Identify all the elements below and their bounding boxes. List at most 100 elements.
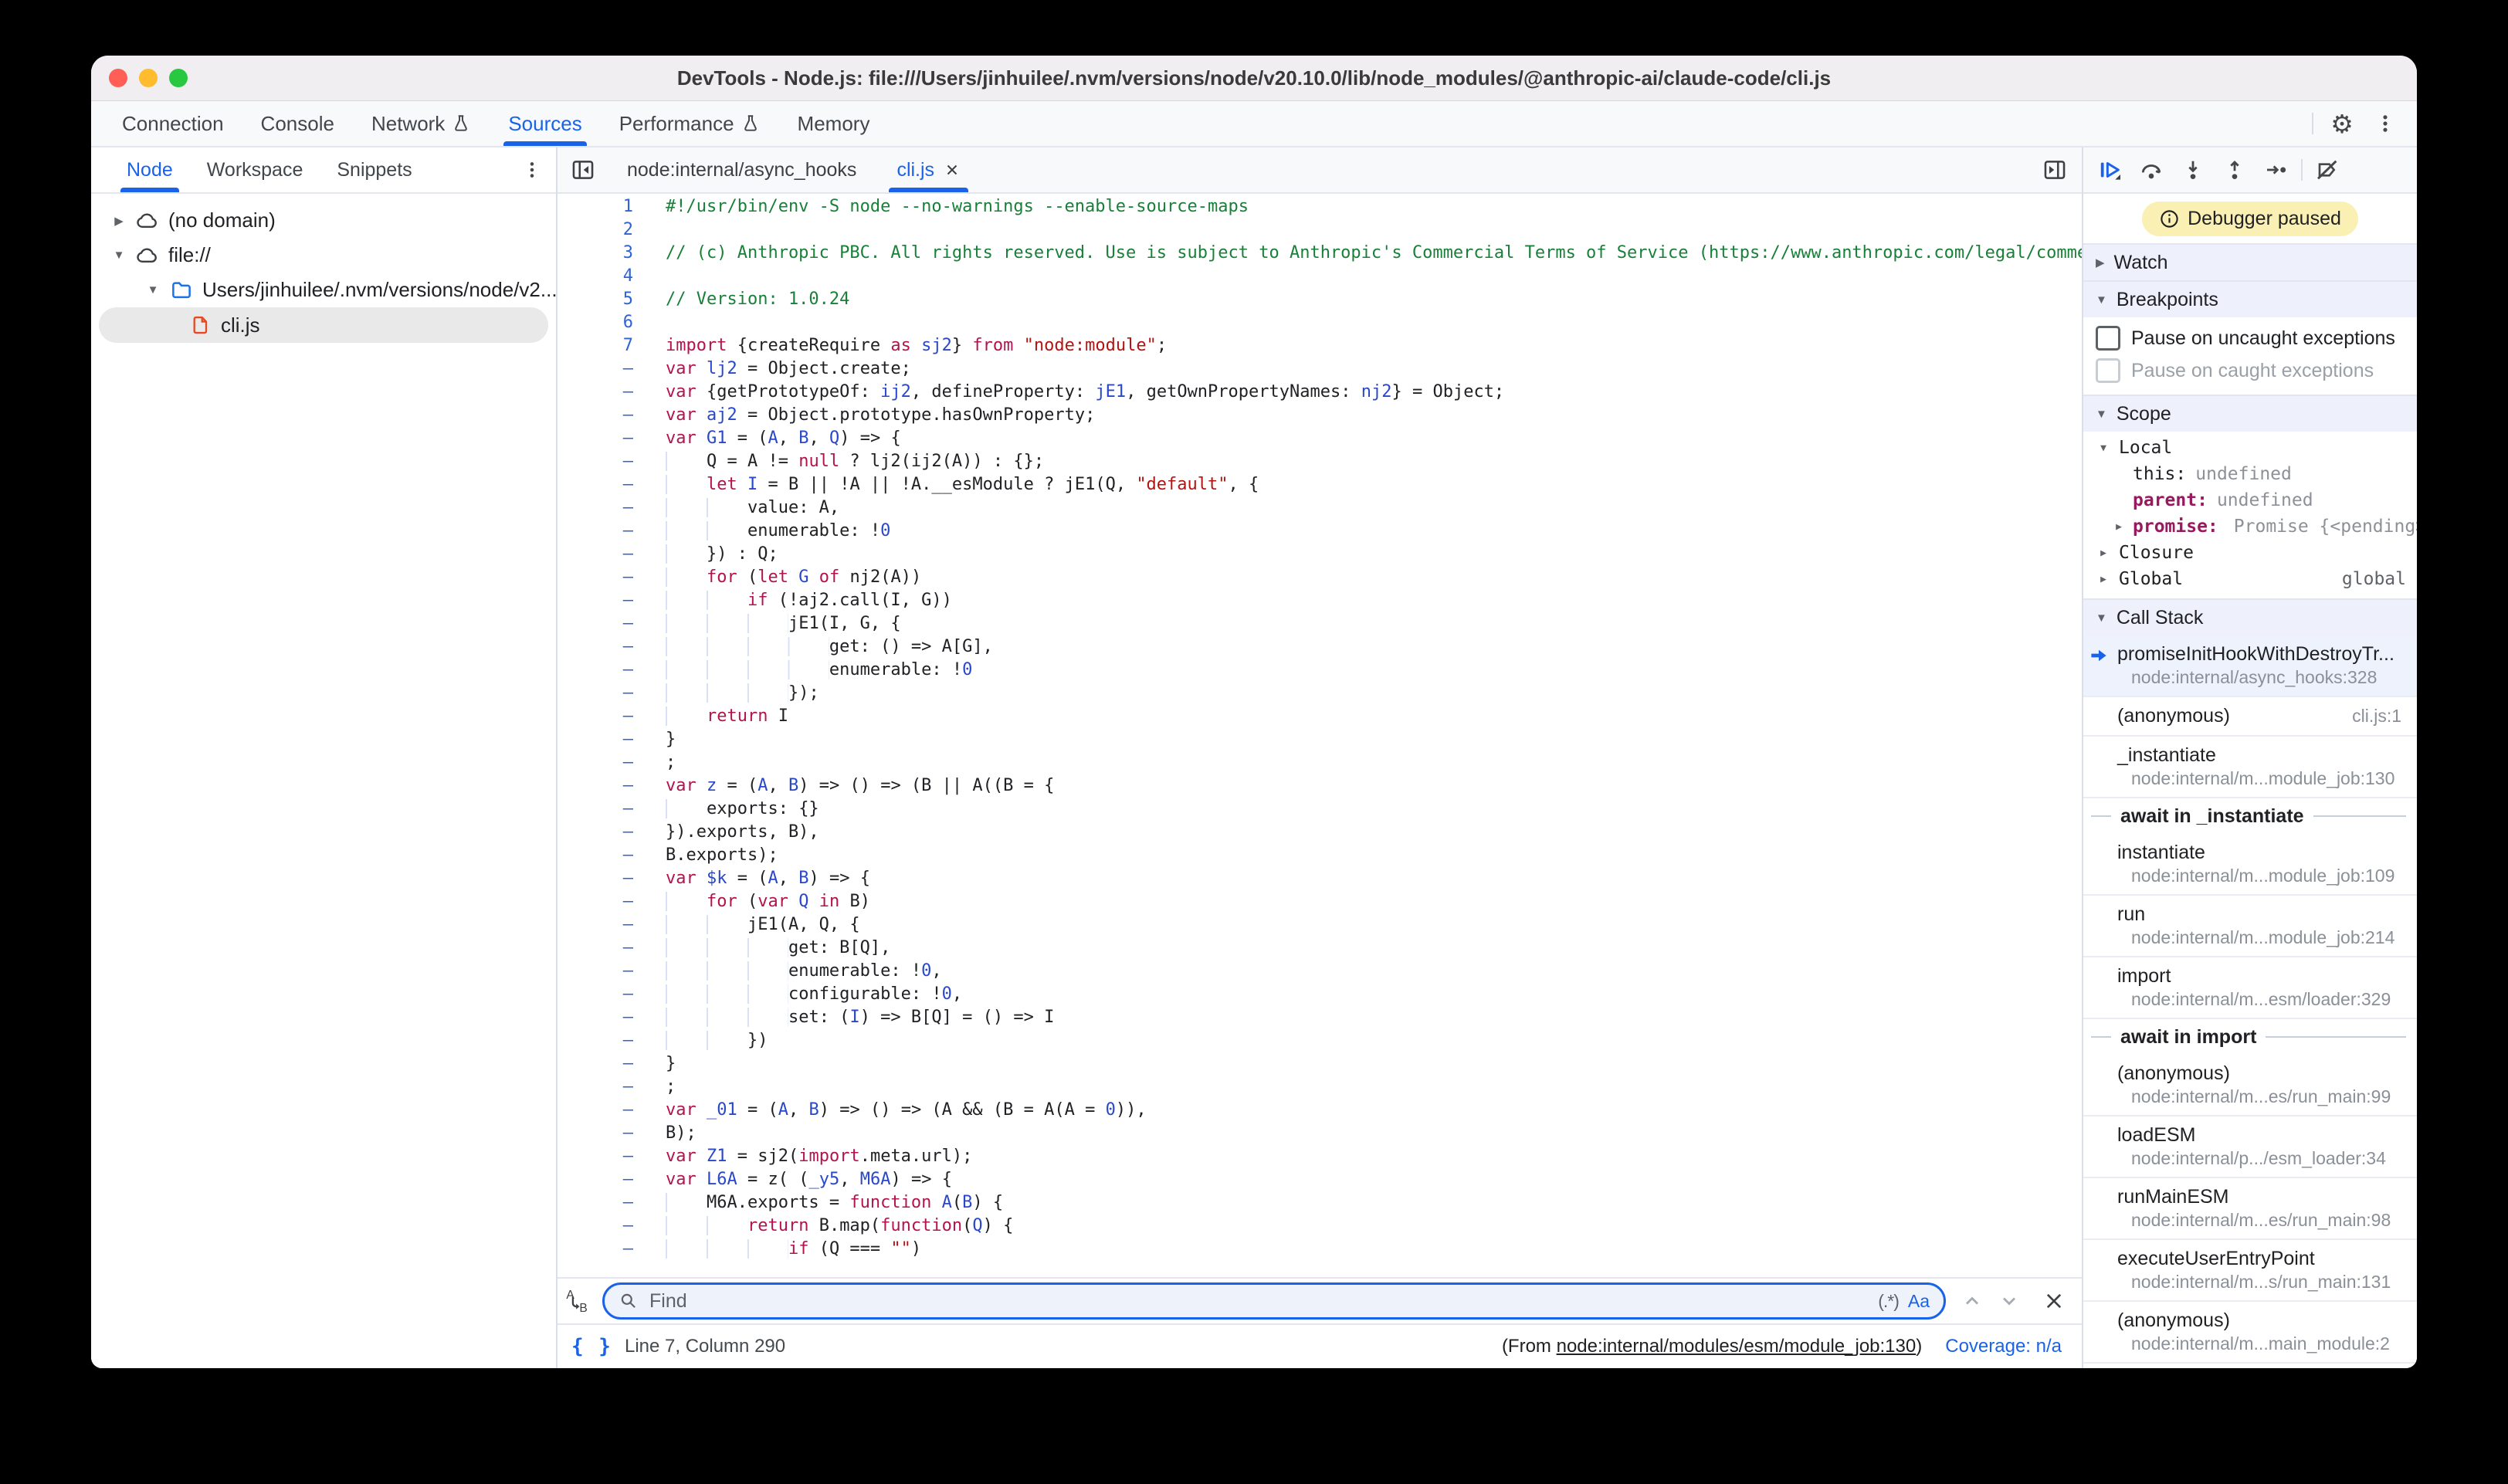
wrap-lines-icon[interactable]: AB (565, 1288, 591, 1314)
chevron-down-icon[interactable]: ▼ (145, 283, 161, 296)
call-stack-frame[interactable]: (anonymous)cli.js:1 (2083, 697, 2417, 737)
gutter-marker[interactable]: – (558, 844, 633, 867)
gutter-marker[interactable]: – (558, 682, 633, 705)
scope-section-header[interactable]: ▼ Scope (2083, 395, 2417, 432)
gutter-marker[interactable]: 4 (558, 265, 633, 288)
find-input-pill[interactable]: (.*) Aa (602, 1282, 1946, 1320)
gutter-marker[interactable]: – (558, 1122, 633, 1145)
gutter-marker[interactable]: – (558, 381, 633, 404)
chevron-right-icon[interactable]: ▶ (2111, 521, 2127, 533)
pause-on-uncaught-row[interactable]: Pause on uncaught exceptions (2083, 322, 2417, 354)
gutter-marker[interactable]: – (558, 728, 633, 751)
pause-on-caught-row[interactable]: Pause on caught exceptions (2083, 354, 2417, 387)
gutter-marker[interactable]: 5 (558, 288, 633, 311)
gutter-marker[interactable]: – (558, 659, 633, 682)
scope-global-row[interactable]: ▶ Global global (2083, 566, 2417, 592)
toggle-navigator-icon[interactable] (558, 147, 607, 192)
gutter-marker[interactable]: 3 (558, 242, 633, 265)
gutter-marker[interactable]: – (558, 1099, 633, 1122)
gutter-marker[interactable]: – (558, 983, 633, 1006)
gutter-marker[interactable]: – (558, 496, 633, 520)
find-next-icon[interactable] (1998, 1290, 2020, 1312)
gutter-marker[interactable]: – (558, 589, 633, 612)
gutter-marker[interactable]: – (558, 473, 633, 496)
call-stack-frame[interactable]: promiseInitHookWithDestroyTr...node:inte… (2083, 635, 2417, 697)
code-area[interactable]: 1#!/usr/bin/env -S node --no-warnings --… (558, 194, 2082, 1277)
navigator-tab-workspace[interactable]: Workspace (190, 147, 320, 192)
chevron-down-icon[interactable]: ▼ (2096, 442, 2111, 454)
find-input[interactable] (648, 1289, 1869, 1313)
tab-sources[interactable]: Sources (490, 101, 600, 146)
watch-section-header[interactable]: ▶ Watch (2083, 243, 2417, 280)
coverage-link[interactable]: Coverage: n/a (1945, 1336, 2062, 1357)
call-stack-section-header[interactable]: ▼ Call Stack (2083, 598, 2417, 635)
source-origin-link[interactable]: node:internal/modules/esm/module_job:130 (1557, 1336, 1917, 1357)
scope-parent-row[interactable]: parent: undefined (2083, 487, 2417, 513)
scope-promise-row[interactable]: ▶ promise: Promise {<pending>} (2083, 513, 2417, 540)
checkbox-unchecked[interactable] (2096, 326, 2120, 351)
breakpoints-section-header[interactable]: ▼ Breakpoints (2083, 280, 2417, 317)
gutter-marker[interactable]: – (558, 821, 633, 844)
step-out-button[interactable] (2218, 153, 2252, 187)
gutter-marker[interactable]: 1 (558, 195, 633, 219)
chevron-down-icon[interactable]: ▼ (111, 249, 127, 262)
gutter-marker[interactable]: – (558, 774, 633, 798)
navigator-tab-node[interactable]: Node (110, 147, 190, 192)
tab-performance[interactable]: Performance (601, 101, 779, 146)
scope-closure-row[interactable]: ▶ Closure (2083, 540, 2417, 566)
gutter-marker[interactable]: – (558, 1215, 633, 1238)
find-previous-icon[interactable] (1961, 1290, 1983, 1312)
editor-tab-async-hooks[interactable]: node:internal/async_hooks (607, 147, 876, 192)
tree-item-file-scheme[interactable]: ▼ file:// (91, 238, 556, 273)
gutter-marker[interactable]: 7 (558, 334, 633, 357)
navigator-tab-snippets[interactable]: Snippets (320, 147, 429, 192)
gutter-marker[interactable]: – (558, 1006, 633, 1029)
gutter-marker[interactable]: – (558, 1191, 633, 1215)
gutter-marker[interactable]: – (558, 1052, 633, 1076)
scope-this-row[interactable]: this: undefined (2083, 461, 2417, 487)
call-stack-frame[interactable]: runnode:internal/m...module_job:214 (2083, 896, 2417, 957)
gutter-marker[interactable]: – (558, 404, 633, 427)
gutter-marker[interactable]: – (558, 937, 633, 960)
scope-local-row[interactable]: ▼ Local (2083, 435, 2417, 461)
gutter-marker[interactable]: – (558, 520, 633, 543)
more-options-kebab-icon[interactable] (2371, 109, 2400, 138)
gutter-marker[interactable]: – (558, 427, 633, 450)
step-button[interactable] (2259, 153, 2293, 187)
gutter-marker[interactable]: – (558, 566, 633, 589)
gutter-marker[interactable]: – (558, 798, 633, 821)
match-case-toggle-icon[interactable]: Aa (1908, 1291, 1930, 1312)
gutter-marker[interactable]: – (558, 913, 633, 937)
close-tab-icon[interactable] (944, 161, 961, 178)
deactivate-breakpoints-button[interactable] (2310, 153, 2344, 187)
call-stack-frame[interactable]: loadESMnode:internal/p.../esm_loader:34 (2083, 1116, 2417, 1178)
pretty-print-icon[interactable]: { } (571, 1335, 612, 1358)
gutter-marker[interactable]: – (558, 960, 633, 983)
tab-console[interactable]: Console (242, 101, 353, 146)
call-stack-frame[interactable]: executeUserEntryPointnode:internal/m...s… (2083, 1240, 2417, 1302)
gutter-marker[interactable]: – (558, 1238, 633, 1261)
gutter-marker[interactable]: – (558, 867, 633, 890)
gutter-marker[interactable]: – (558, 705, 633, 728)
gutter-marker[interactable]: – (558, 751, 633, 774)
call-stack-frame[interactable]: (anonymous)node:internal/m...main_module… (2083, 1302, 2417, 1364)
call-stack-frame[interactable]: importnode:internal/m...esm/loader:329 (2083, 957, 2417, 1019)
gutter-marker[interactable]: – (558, 1076, 633, 1099)
tree-item-cli-js[interactable]: cli.js (99, 307, 548, 343)
tab-network[interactable]: Network (353, 101, 490, 146)
call-stack-frame[interactable]: (anonymous)node:internal/m...es/run_main… (2083, 1055, 2417, 1116)
chevron-right-icon[interactable]: ▶ (2096, 547, 2111, 559)
step-over-button[interactable] (2134, 153, 2168, 187)
regex-toggle-icon[interactable]: (.*) (1878, 1291, 1899, 1312)
chevron-right-icon[interactable]: ▶ (111, 214, 127, 228)
editor-tab-cli-js[interactable]: cli.js (876, 147, 981, 192)
gutter-marker[interactable]: – (558, 1029, 633, 1052)
gutter-marker[interactable]: – (558, 450, 633, 473)
settings-gear-icon[interactable]: ⚙ (2327, 109, 2357, 138)
navigator-kebab-icon[interactable] (517, 155, 547, 185)
tree-item-no-domain[interactable]: ▶ (no domain) (91, 203, 556, 238)
tab-connection[interactable]: Connection (103, 101, 242, 146)
gutter-marker[interactable]: 2 (558, 219, 633, 242)
gutter-marker[interactable]: – (558, 1168, 633, 1191)
chevron-right-icon[interactable]: ▶ (2096, 574, 2111, 585)
